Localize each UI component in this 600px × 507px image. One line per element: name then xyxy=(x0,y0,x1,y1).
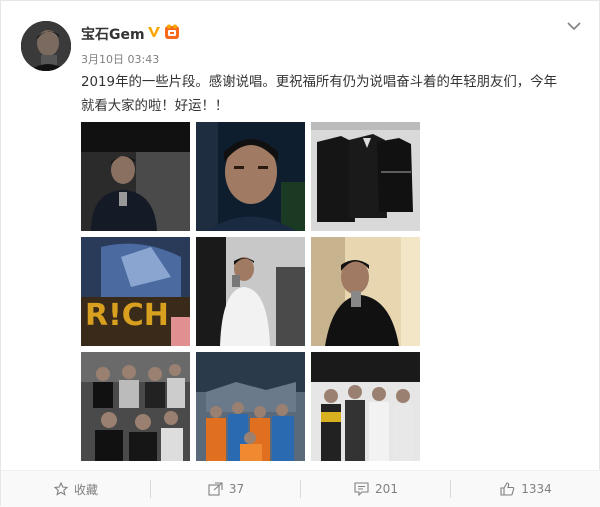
repost-count: 37 xyxy=(228,482,245,496)
photo-1[interactable] xyxy=(81,122,190,231)
post-text-line-2: 就看大家的啦！好运！！ xyxy=(81,99,229,114)
repost-button[interactable]: 37 xyxy=(151,471,301,507)
verified-v-icon xyxy=(148,27,160,37)
post-text: 2019年的一些片段。感谢说唱。更祝福所有仍为说唱奋斗着的年轻朋友们，今年 就看… xyxy=(81,71,581,119)
svg-text:R!CH: R!CH xyxy=(85,298,169,333)
favorite-label: 收藏 xyxy=(73,482,98,497)
avatar[interactable] xyxy=(21,21,71,71)
author-name[interactable]: 宝石Gem xyxy=(81,24,145,44)
photo-5[interactable] xyxy=(196,237,305,346)
weibo-post-card: 宝石Gem 3月10日 03:43 2019年的一些片段。感谢说唱。更祝福所有仍… xyxy=(0,0,600,507)
comment-button[interactable]: 201 xyxy=(301,471,451,507)
thumbs-up-icon xyxy=(500,482,515,496)
photo-grid: R!CH xyxy=(81,122,421,462)
post-timestamp[interactable]: 3月10日 03:43 xyxy=(81,51,159,67)
star-icon xyxy=(53,482,68,496)
comment-count: 201 xyxy=(375,482,398,496)
photo-7[interactable] xyxy=(81,352,190,461)
like-count: 1334 xyxy=(521,482,552,496)
chevron-down-icon[interactable] xyxy=(564,16,584,36)
photo-4[interactable]: R!CH xyxy=(81,237,190,346)
action-bar: 收藏 37 201 1334 xyxy=(1,470,600,507)
photo-8[interactable] xyxy=(196,352,305,461)
photo-9[interactable] xyxy=(311,352,420,461)
vip-badge-icon[interactable] xyxy=(164,24,180,40)
comment-icon xyxy=(354,482,369,496)
repost-icon xyxy=(208,482,223,496)
photo-3[interactable] xyxy=(311,122,420,231)
photo-6[interactable] xyxy=(311,237,420,346)
favorite-button[interactable]: 收藏 xyxy=(1,471,151,507)
like-button[interactable]: 1334 xyxy=(451,471,600,507)
post-text-line-1: 2019年的一些片段。感谢说唱。更祝福所有仍为说唱奋斗着的年轻朋友们，今年 xyxy=(81,75,557,90)
photo-2[interactable] xyxy=(196,122,305,231)
